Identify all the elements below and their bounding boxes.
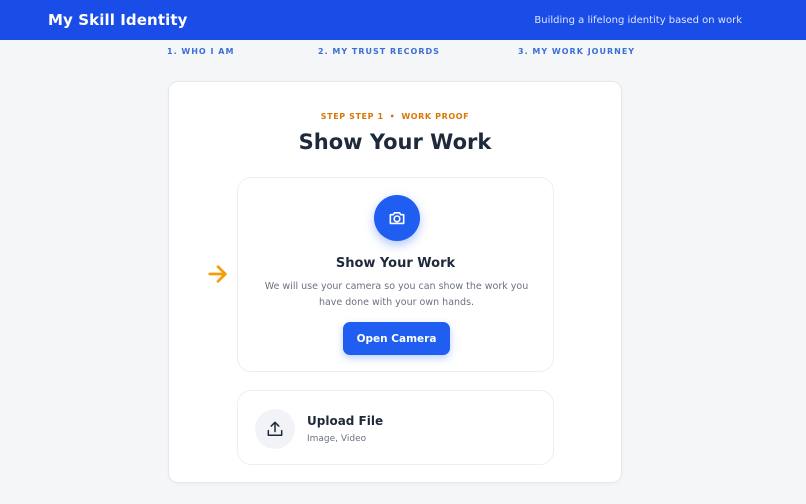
step-work-journey[interactable]: 3. MY WORK JOURNEY — [518, 47, 635, 56]
camera-icon — [389, 212, 405, 225]
open-camera-button[interactable]: Open Camera — [343, 322, 450, 355]
step-who-i-am[interactable]: 1. WHO I AM — [167, 47, 234, 56]
step-label: STEP STEP 1 — [320, 112, 384, 121]
camera-icon-badge — [374, 195, 420, 241]
upload-file-types: Image, Video — [307, 434, 367, 444]
upload-icon — [267, 421, 283, 436]
arrow-right-icon — [208, 265, 227, 283]
page-title: Show Your Work — [298, 130, 492, 154]
app-header: My Skill Identity Building a lifelong id… — [0, 0, 806, 40]
app-tagline: Building a lifelong identity based on wo… — [534, 14, 742, 26]
camera-option-description: We will use your camera so you can show … — [264, 281, 529, 308]
camera-option-title: Show Your Work — [335, 256, 456, 271]
camera-option-panel: Show Your Work We will use your camera s… — [237, 177, 554, 372]
upload-icon-badge — [255, 409, 295, 449]
step-eyebrow: STEP STEP 1 • WORK PROOF — [169, 112, 621, 121]
step-navigation: 1. WHO I AM 2. MY TRUST RECORDS 3. MY WO… — [0, 47, 806, 59]
upload-file-option[interactable]: Upload File Image, Video — [237, 390, 554, 465]
eyebrow-separator: • — [389, 112, 396, 121]
step-trust-records[interactable]: 2. MY TRUST RECORDS — [318, 47, 440, 56]
section-label: WORK PROOF — [401, 112, 470, 121]
work-proof-card: STEP STEP 1 • WORK PROOF Show Your Work Sh… — [168, 81, 622, 483]
app-title[interactable]: My Skill Identity — [48, 11, 187, 29]
upload-file-title: Upload File — [307, 414, 384, 428]
